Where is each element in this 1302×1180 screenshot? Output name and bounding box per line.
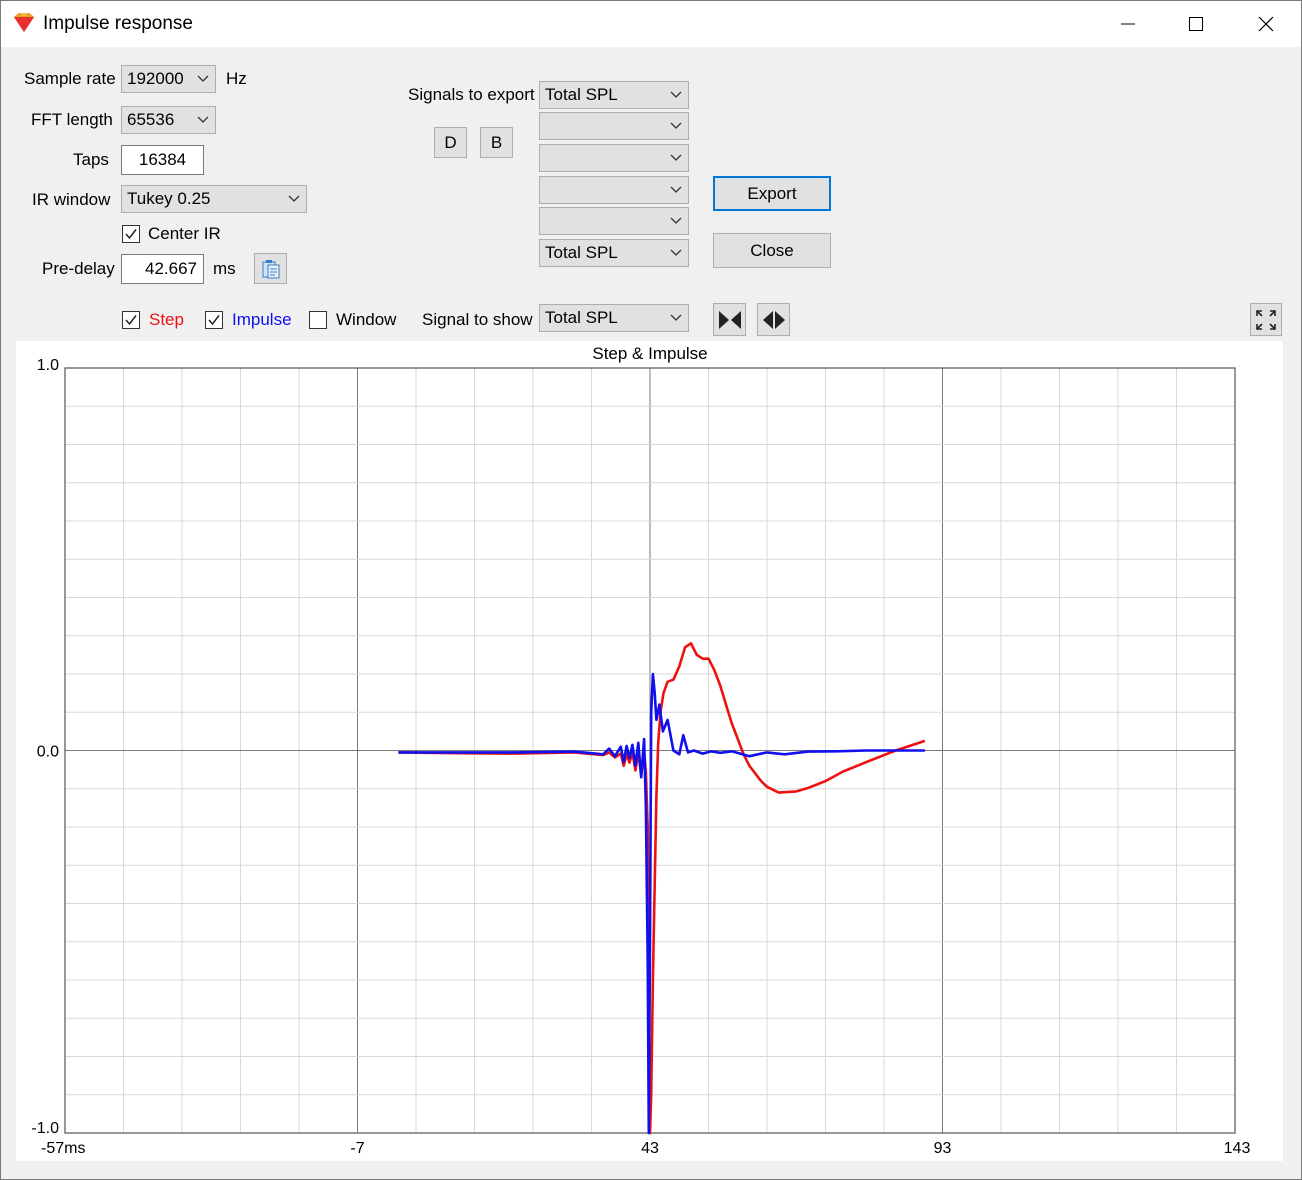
chevron-down-icon xyxy=(670,122,682,129)
export-signal-value: Total SPL xyxy=(545,243,618,262)
step-label: Step xyxy=(149,310,184,329)
fft-length-label: FFT length xyxy=(31,110,113,129)
export-signal-select-1[interactable]: Total SPL xyxy=(539,81,689,109)
close-window-button[interactable] xyxy=(1234,1,1298,47)
chevron-down-icon xyxy=(670,217,682,224)
export-signal-select-6[interactable]: Total SPL xyxy=(539,239,689,267)
center-ir-checkbox[interactable] xyxy=(122,225,140,243)
arrows-outward-icon xyxy=(762,310,785,329)
chevron-down-icon xyxy=(670,249,682,256)
impulse-checkbox[interactable] xyxy=(205,311,223,329)
fullscreen-button[interactable] xyxy=(1250,303,1282,336)
minimize-icon xyxy=(1121,23,1135,25)
taps-input[interactable]: 16384 xyxy=(121,145,204,175)
minimize-button[interactable] xyxy=(1096,1,1160,47)
export-signal-select-2[interactable] xyxy=(539,112,689,140)
chevron-down-icon xyxy=(288,195,300,202)
export-signal-value: Total SPL xyxy=(545,85,618,104)
ir-window-select[interactable]: Tukey 0.25 xyxy=(121,185,307,213)
chevron-down-icon xyxy=(670,154,682,161)
ir-window-value: Tukey 0.25 xyxy=(127,189,211,208)
sample-rate-label: Sample rate xyxy=(24,69,116,88)
close-icon xyxy=(1258,16,1274,32)
sample-rate-unit: Hz xyxy=(226,69,247,88)
export-signal-select-3[interactable] xyxy=(539,144,689,172)
x-tick-label: 93 xyxy=(934,1140,952,1157)
arrows-inward-icon xyxy=(718,310,741,329)
chart-ticks: -57ms -7 43 93 143 1.0 0.0 -1.0 xyxy=(31,357,1250,1157)
signal-to-show-select[interactable]: Total SPL xyxy=(539,304,689,332)
zoom-in-time-button[interactable] xyxy=(713,303,746,336)
y-tick-label: 0.0 xyxy=(37,744,59,761)
chevron-down-icon xyxy=(197,116,209,123)
export-button[interactable]: Export xyxy=(713,176,831,211)
step-checkbox[interactable] xyxy=(122,311,140,329)
signals-to-export-label: Signals to export xyxy=(408,85,535,104)
step-impulse-chart[interactable]: Step & Impulse -57ms -7 43 93 143 1.0 0.0 -1.0 xyxy=(16,341,1283,1161)
x-tick-label: 43 xyxy=(641,1140,659,1157)
copy-predelay-button[interactable] xyxy=(254,253,287,284)
plot-area[interactable]: Step & Impulse -57ms -7 43 93 143 1.0 0.0 -1.0 xyxy=(16,341,1283,1161)
maximize-button[interactable] xyxy=(1164,1,1228,47)
predelay-unit: ms xyxy=(213,259,236,278)
checkmark-icon xyxy=(208,315,220,326)
y-tick-label: -1.0 xyxy=(31,1120,59,1137)
x-tick-label: -57ms xyxy=(41,1140,85,1157)
export-signal-select-4[interactable] xyxy=(539,176,689,204)
chevron-down-icon xyxy=(197,75,209,82)
fft-length-value: 65536 xyxy=(127,110,175,129)
predelay-input[interactable]: 42.667 xyxy=(121,254,204,284)
chevron-down-icon xyxy=(670,314,682,321)
expand-icon xyxy=(1256,309,1276,330)
taps-label: Taps xyxy=(73,150,109,169)
impulse-label: Impulse xyxy=(232,310,292,329)
x-tick-label: 143 xyxy=(1224,1140,1251,1157)
checkmark-icon xyxy=(125,229,137,240)
window-checkbox[interactable] xyxy=(309,311,327,329)
chart-title: Step & Impulse xyxy=(592,344,707,363)
sample-rate-value: 192000 xyxy=(127,69,184,88)
fft-length-select[interactable]: 65536 xyxy=(121,106,216,134)
export-signal-select-5[interactable] xyxy=(539,207,689,235)
title-bar: Impulse response xyxy=(1,1,1301,47)
signal-to-show-label: Signal to show xyxy=(422,310,533,329)
ir-window-label: IR window xyxy=(32,190,111,209)
checkmark-icon xyxy=(125,315,137,326)
window-title: Impulse response xyxy=(43,13,193,34)
x-tick-label: -7 xyxy=(350,1140,364,1157)
center-ir-label: Center IR xyxy=(148,224,221,243)
maximize-icon xyxy=(1189,17,1203,31)
chevron-down-icon xyxy=(670,91,682,98)
sample-rate-select[interactable]: 192000 xyxy=(121,65,216,93)
close-button[interactable]: Close xyxy=(713,233,831,268)
chevron-down-icon xyxy=(670,186,682,193)
zoom-out-time-button[interactable] xyxy=(757,303,790,336)
clipboard-icon xyxy=(262,259,279,278)
y-tick-label: 1.0 xyxy=(37,357,59,374)
chart-series xyxy=(398,642,926,1135)
window-label: Window xyxy=(336,310,397,329)
predelay-label: Pre-delay xyxy=(42,259,115,278)
ruby-logo-icon xyxy=(14,13,34,32)
b-button[interactable]: B xyxy=(480,127,513,158)
signal-to-show-value: Total SPL xyxy=(545,308,618,327)
d-button[interactable]: D xyxy=(434,127,467,158)
